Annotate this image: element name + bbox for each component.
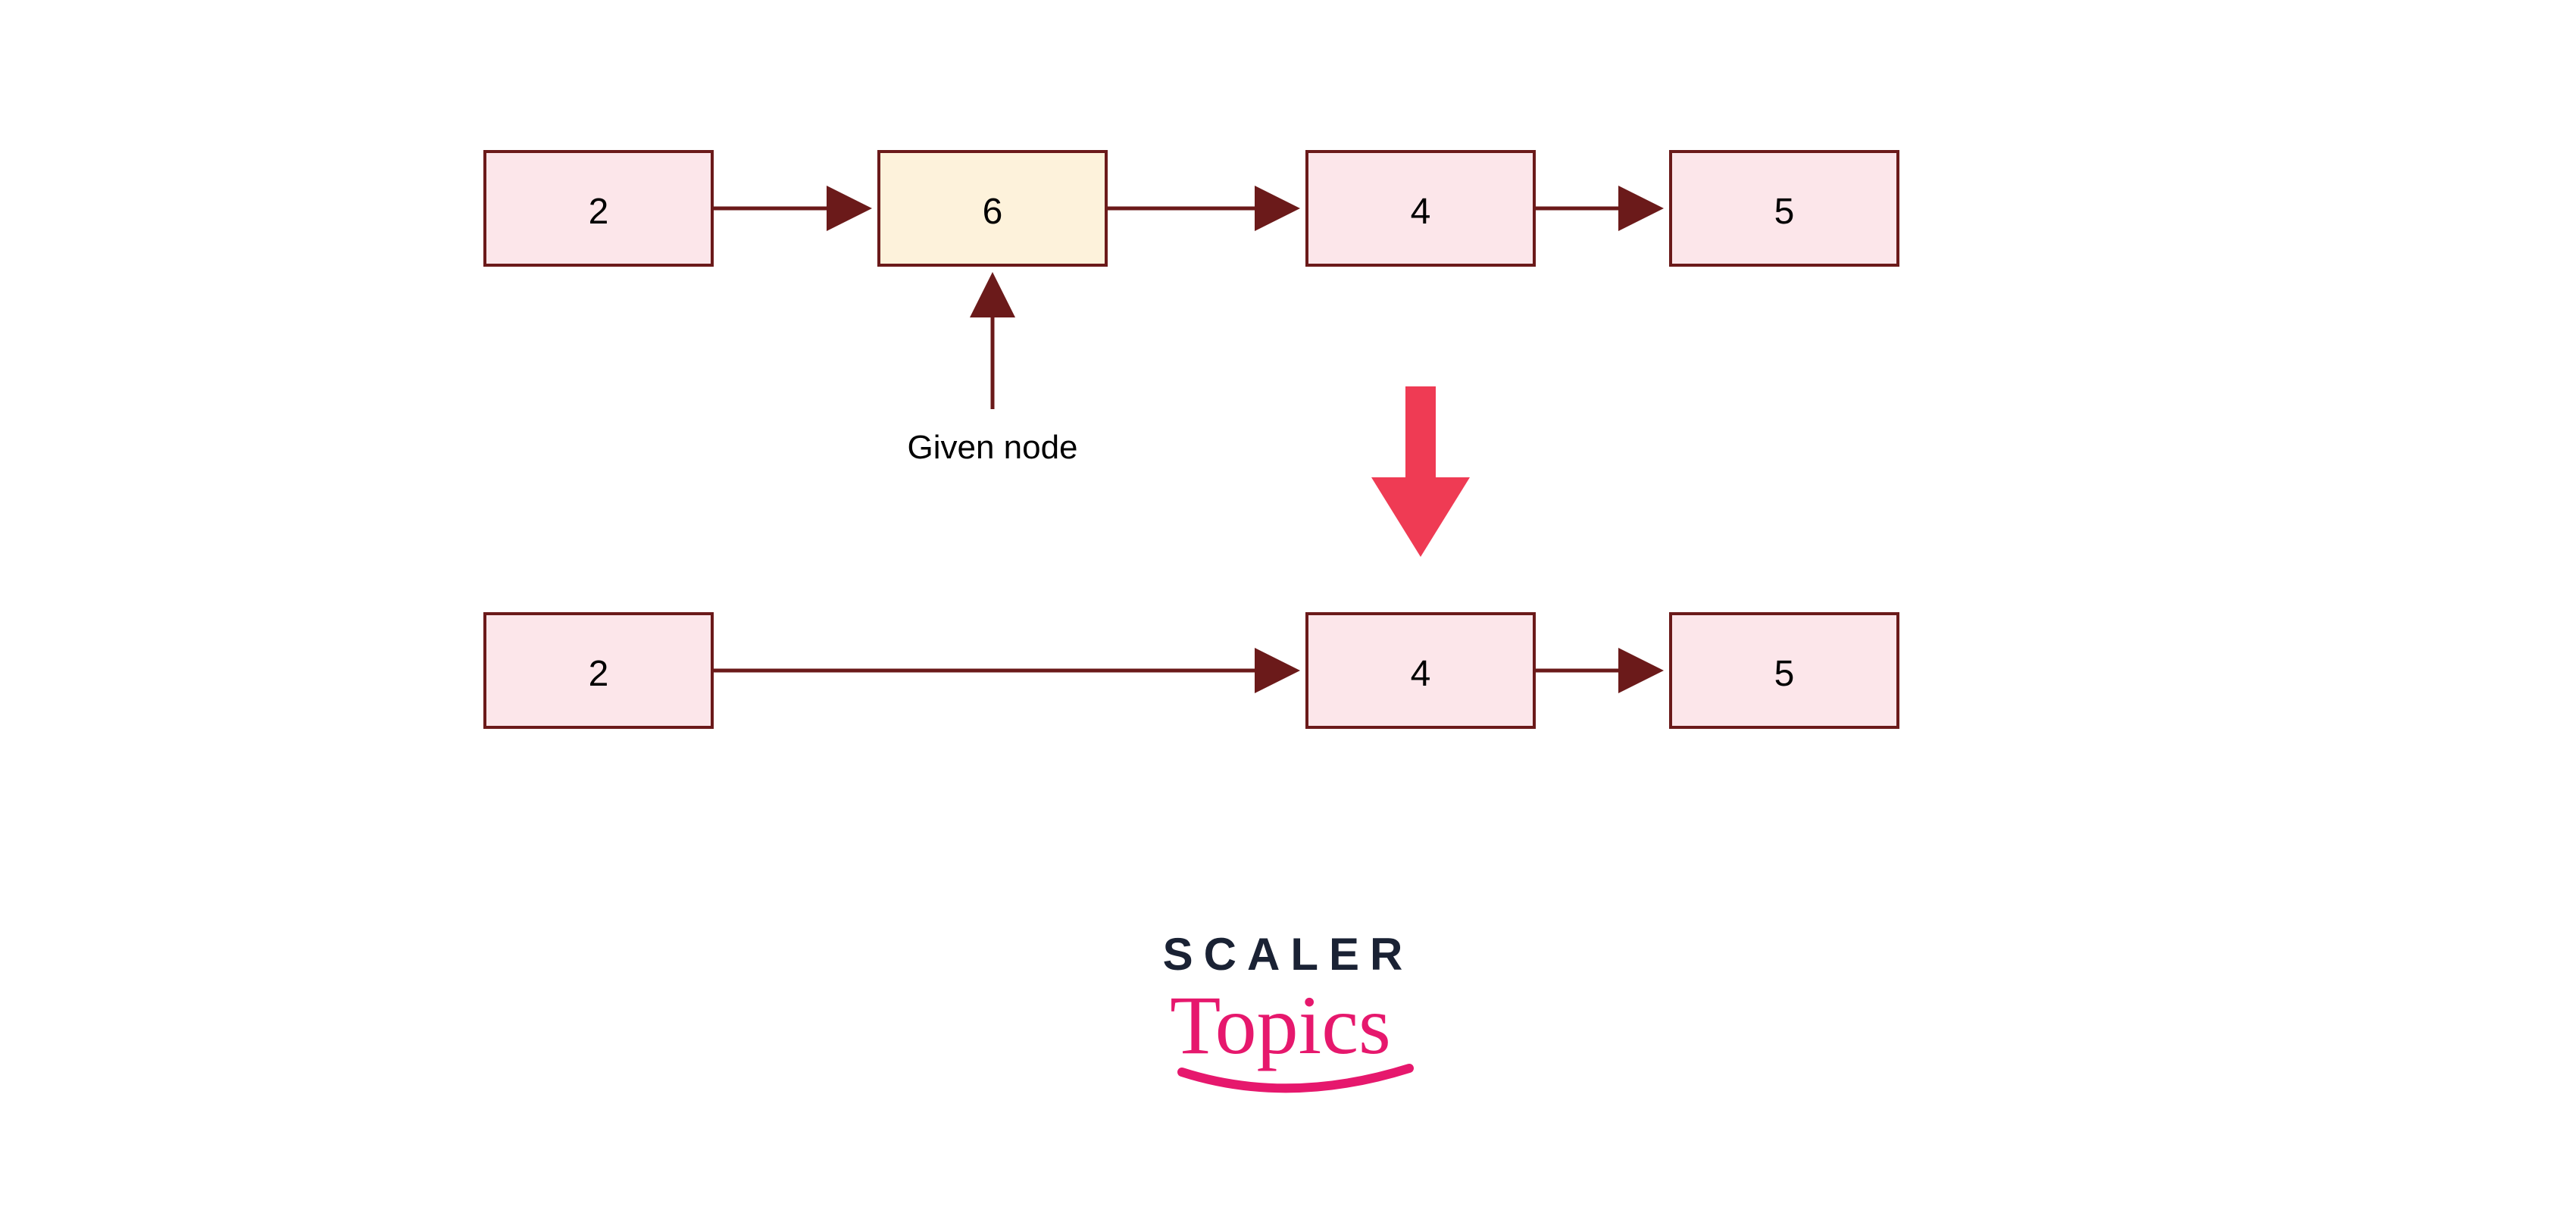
node-after-0: 2 [485,614,712,727]
linked-list-delete-diagram: 2 6 4 5 Given node [0,0,2576,1213]
given-node-label: Given node [907,429,1077,466]
scaler-topics-logo: SCALER Topics [1163,929,1414,1088]
node-before-3-value: 5 [1774,192,1795,232]
node-after-2-value: 5 [1774,654,1795,694]
node-after-1-value: 4 [1411,654,1431,694]
node-before-0-value: 2 [589,192,609,232]
node-after-0-value: 2 [589,654,609,694]
list-after: 2 4 5 [485,614,1898,727]
node-before-3: 5 [1671,152,1898,265]
down-arrow-icon [1371,386,1470,557]
node-before-1-value: 6 [983,192,1003,232]
node-before-0: 2 [485,152,712,265]
logo-line2: Topics [1170,979,1391,1071]
list-before: 2 6 4 5 Given node [485,152,1898,466]
node-before-1: 6 [879,152,1106,265]
node-after-2: 5 [1671,614,1898,727]
node-before-2: 4 [1307,152,1534,265]
node-before-2-value: 4 [1411,192,1431,232]
logo-line1: SCALER [1163,929,1414,980]
svg-text:Given node: Given node [907,429,1077,466]
node-after-1: 4 [1307,614,1534,727]
